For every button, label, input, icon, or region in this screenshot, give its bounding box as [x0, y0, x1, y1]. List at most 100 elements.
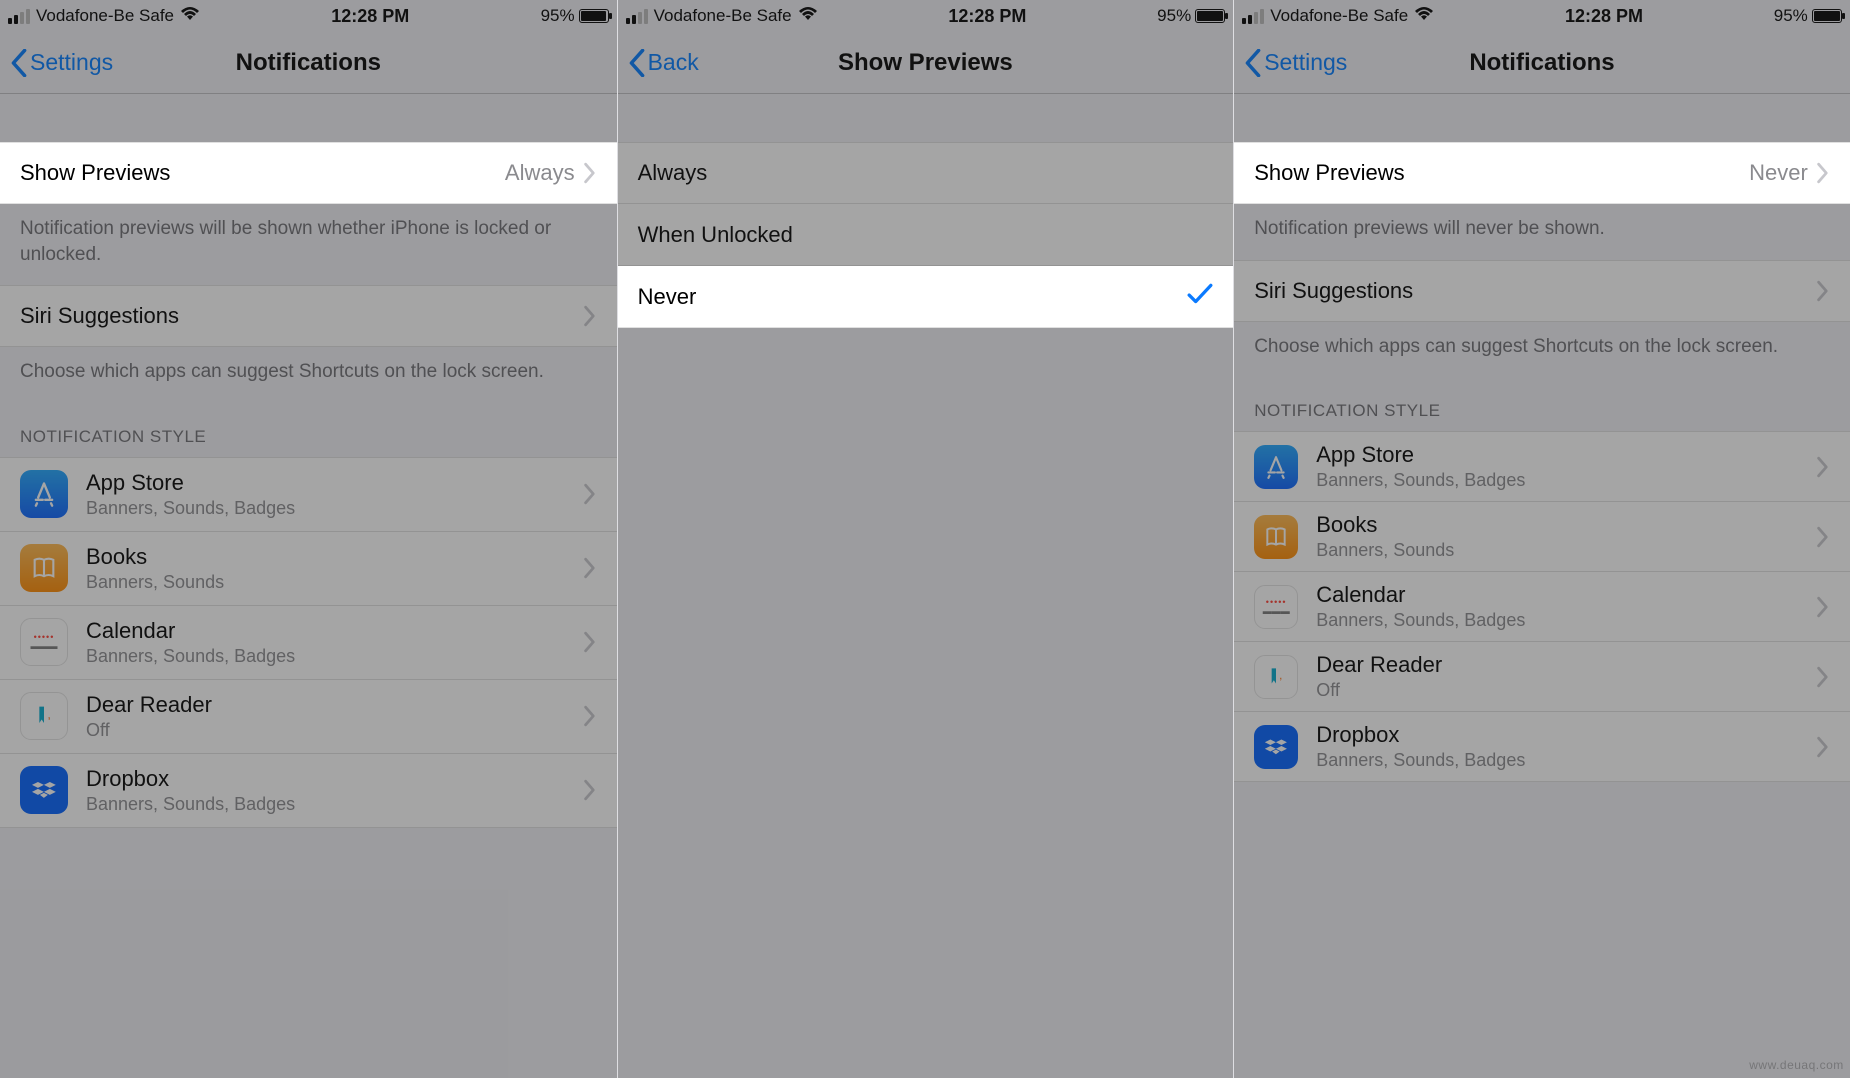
previews-footer: Notification previews will never be show…: [1234, 204, 1850, 260]
watermark: www.deuaq.com: [1749, 1058, 1844, 1072]
option-when-unlocked[interactable]: When Unlocked: [618, 204, 1234, 266]
app-name: Dear Reader: [1316, 652, 1816, 678]
show-previews-row[interactable]: Show Previews Always: [0, 142, 617, 204]
dearreader-icon: ,: [20, 692, 68, 740]
app-name: Dear Reader: [86, 692, 583, 718]
siri-suggestions-row[interactable]: Siri Suggestions: [0, 285, 617, 347]
calendar-icon: ••••• ▬▬▬: [1254, 585, 1298, 629]
clock: 12:28 PM: [948, 6, 1026, 27]
page-title: Show Previews: [838, 49, 1013, 77]
chevron-right-icon: [583, 705, 597, 727]
show-previews-value: Always: [505, 160, 575, 186]
app-name: App Store: [86, 470, 583, 496]
app-sub: Off: [1316, 680, 1816, 701]
app-row-dearreader[interactable]: , Dear Reader Off: [0, 680, 617, 754]
battery-pct: 95%: [541, 6, 575, 26]
signal-icon: [1242, 9, 1264, 24]
books-icon: [1254, 515, 1298, 559]
battery-icon: [1812, 9, 1842, 23]
dropbox-icon: [20, 766, 68, 814]
app-name: Dropbox: [86, 766, 583, 792]
app-sub: Banners, Sounds, Badges: [86, 498, 583, 519]
siri-label: Siri Suggestions: [1254, 278, 1816, 304]
nav-bar: Settings Notifications: [0, 32, 617, 94]
battery-pct: 95%: [1774, 6, 1808, 26]
screen-show-previews: Vodafone-Be Safe 12:28 PM 95% Back Show …: [617, 0, 1234, 1078]
back-label: Settings: [1264, 49, 1347, 76]
app-sub: Banners, Sounds, Badges: [1316, 610, 1816, 631]
wifi-icon: [180, 7, 200, 26]
chevron-right-icon: [583, 305, 597, 327]
app-row-calendar[interactable]: ••••• ▬▬▬ Calendar Banners, Sounds, Badg…: [0, 606, 617, 680]
app-sub: Banners, Sounds, Badges: [1316, 470, 1816, 491]
app-name: Calendar: [1316, 582, 1816, 608]
app-row-dearreader[interactable]: , Dear Reader Off: [1234, 642, 1850, 712]
option-always[interactable]: Always: [618, 142, 1234, 204]
siri-label: Siri Suggestions: [20, 303, 583, 329]
svg-text:,: ,: [1279, 670, 1282, 682]
chevron-right-icon: [1816, 526, 1830, 548]
app-sub: Off: [86, 720, 583, 741]
chevron-right-icon: [583, 631, 597, 653]
app-row-calendar[interactable]: ••••• ▬▬▬ Calendar Banners, Sounds, Badg…: [1234, 572, 1850, 642]
chevron-right-icon: [1816, 280, 1830, 302]
app-row-dropbox[interactable]: Dropbox Banners, Sounds, Badges: [0, 754, 617, 828]
show-previews-row[interactable]: Show Previews Never: [1234, 142, 1850, 204]
app-sub: Banners, Sounds, Badges: [1316, 750, 1816, 771]
back-button[interactable]: Settings: [10, 49, 113, 77]
status-bar: Vodafone-Be Safe 12:28 PM 95%: [1234, 0, 1850, 32]
page-title: Notifications: [236, 49, 381, 77]
screen-notifications-before: Vodafone-Be Safe 12:28 PM 95% Settings N…: [0, 0, 617, 1078]
carrier-label: Vodafone-Be Safe: [1270, 6, 1408, 26]
nav-bar: Settings Notifications: [1234, 32, 1850, 94]
back-label: Back: [648, 49, 699, 76]
battery-icon: [579, 9, 609, 23]
chevron-right-icon: [583, 162, 597, 184]
chevron-right-icon: [583, 779, 597, 801]
chevron-left-icon: [628, 49, 646, 77]
books-icon: [20, 544, 68, 592]
app-sub: Banners, Sounds: [86, 572, 583, 593]
option-label: When Unlocked: [638, 222, 1214, 248]
app-name: Dropbox: [1316, 722, 1816, 748]
back-button[interactable]: Settings: [1244, 49, 1347, 77]
option-label: Always: [638, 160, 1214, 186]
app-row-books[interactable]: Books Banners, Sounds: [1234, 502, 1850, 572]
siri-suggestions-row[interactable]: Siri Suggestions: [1234, 260, 1850, 322]
chevron-right-icon: [583, 557, 597, 579]
calendar-icon: ••••• ▬▬▬: [20, 618, 68, 666]
clock: 12:28 PM: [331, 6, 409, 27]
show-previews-value: Never: [1749, 160, 1808, 186]
screen-notifications-after: Vodafone-Be Safe 12:28 PM 95% Settings N…: [1233, 0, 1850, 1078]
group-header-notification-style: NOTIFICATION STYLE: [1234, 377, 1850, 431]
signal-icon: [8, 9, 30, 24]
chevron-left-icon: [10, 49, 28, 77]
app-name: Calendar: [86, 618, 583, 644]
app-name: Books: [1316, 512, 1816, 538]
app-row-dropbox[interactable]: Dropbox Banners, Sounds, Badges: [1234, 712, 1850, 782]
page-title: Notifications: [1469, 49, 1614, 77]
group-header-notification-style: NOTIFICATION STYLE: [0, 403, 617, 457]
dropbox-icon: [1254, 725, 1298, 769]
app-row-appstore[interactable]: App Store Banners, Sounds, Badges: [1234, 431, 1850, 502]
chevron-left-icon: [1244, 49, 1262, 77]
app-name: App Store: [1316, 442, 1816, 468]
back-label: Settings: [30, 49, 113, 76]
chevron-right-icon: [1816, 596, 1830, 618]
appstore-icon: [20, 470, 68, 518]
wifi-icon: [798, 7, 818, 26]
chevron-right-icon: [1816, 666, 1830, 688]
carrier-label: Vodafone-Be Safe: [654, 6, 792, 26]
option-never[interactable]: Never: [618, 266, 1234, 328]
app-row-books[interactable]: Books Banners, Sounds: [0, 532, 617, 606]
app-row-appstore[interactable]: App Store Banners, Sounds, Badges: [0, 457, 617, 532]
app-name: Books: [86, 544, 583, 570]
chevron-right-icon: [1816, 162, 1830, 184]
previews-footer: Notification previews will be shown whet…: [0, 204, 617, 285]
checkmark-icon: [1187, 281, 1213, 312]
back-button[interactable]: Back: [628, 49, 699, 77]
dearreader-icon: ,: [1254, 655, 1298, 699]
carrier-label: Vodafone-Be Safe: [36, 6, 174, 26]
battery-pct: 95%: [1157, 6, 1191, 26]
app-sub: Banners, Sounds, Badges: [86, 646, 583, 667]
